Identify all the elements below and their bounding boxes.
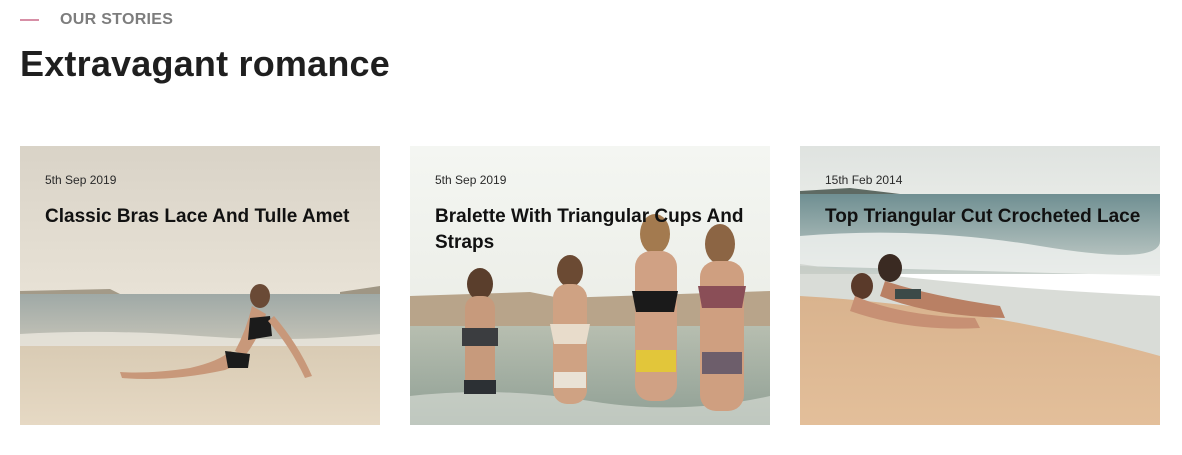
story-image [410,146,770,425]
story-title[interactable]: Top Triangular Cut Crocheted Lace [825,204,1145,230]
eyebrow-label: OUR STORIES [60,11,174,28]
story-image [800,146,1160,425]
story-card[interactable]: 5th Sep 2019 Classic Bras Lace And Tulle… [20,146,380,425]
story-card[interactable]: 5th Sep 2019 Bralette With Triangular Cu… [410,146,770,425]
story-date: 15th Feb 2014 [825,173,903,187]
story-cards: 5th Sep 2019 Classic Bras Lace And Tulle… [20,146,1160,425]
story-title[interactable]: Bralette With Triangular Cups And Straps [435,204,755,256]
section-header: OUR STORIES Extravagant romance [20,8,390,84]
eyebrow: OUR STORIES [20,8,390,32]
accent-line [20,19,39,21]
story-title[interactable]: Classic Bras Lace And Tulle Amet [45,204,365,230]
story-date: 5th Sep 2019 [45,173,117,187]
story-date: 5th Sep 2019 [435,173,507,187]
section-title: Extravagant romance [20,43,390,84]
story-image [20,146,380,425]
story-card[interactable]: 15th Feb 2014 Top Triangular Cut Crochet… [800,146,1160,425]
